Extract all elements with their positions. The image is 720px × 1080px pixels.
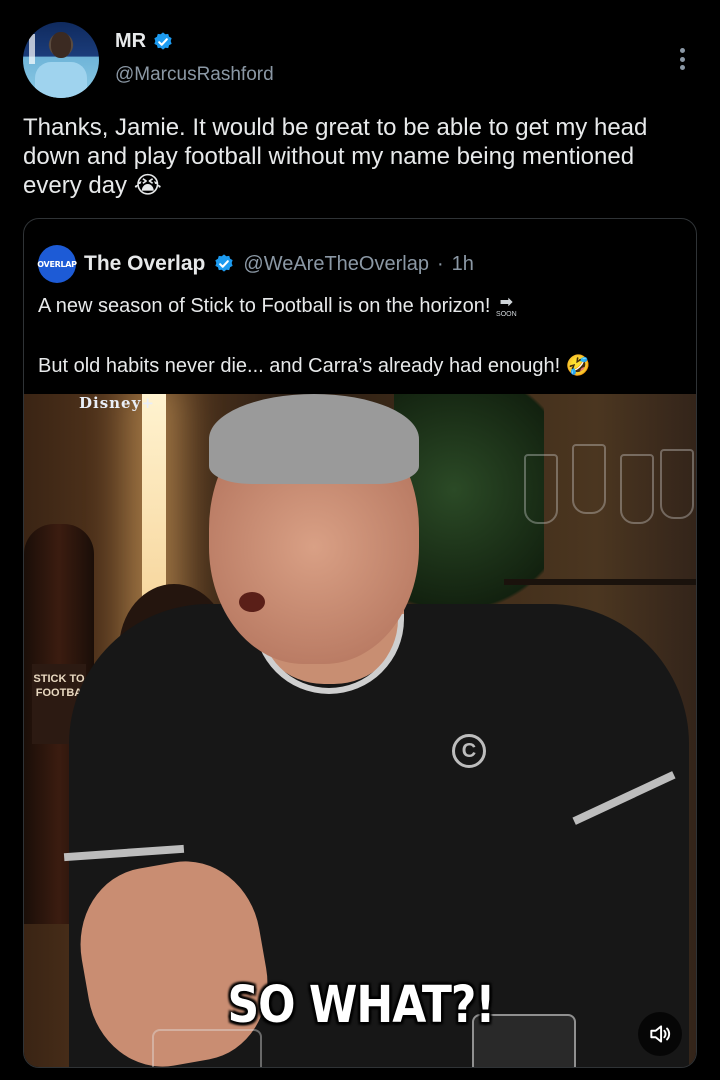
quoted-timestamp[interactable]: 1h <box>452 253 474 276</box>
glass-cup <box>152 1029 262 1067</box>
quoted-display-name[interactable]: The Overlap <box>84 252 205 276</box>
author-avatar[interactable] <box>23 22 99 98</box>
more-options-icon[interactable] <box>672 44 692 74</box>
laughing-emoji-icon: 🤣 <box>565 355 591 377</box>
quoted-line-2-text: But old habits never die... and Carra’s … <box>38 355 561 377</box>
wine-glass <box>660 449 694 519</box>
crying-emoji-icon: 😭 <box>133 172 162 199</box>
tweet-text: Thanks, Jamie. It would be great to be a… <box>23 113 693 200</box>
avatar-face <box>51 32 71 58</box>
quoted-tweet-header: OVERLAP The Overlap @WeAreTheOverlap · 1… <box>37 245 474 283</box>
wine-glass <box>524 454 558 524</box>
tweet[interactable]: MR @MarcusRashford Thanks, Jamie. It wou… <box>0 0 720 1080</box>
quoted-avatar-text: OVERLAP <box>37 259 77 269</box>
quoted-text-line-1: A new season of Stick to Football is on … <box>38 293 688 319</box>
quoted-verified-badge-icon <box>215 254 234 272</box>
glass-shelf <box>504 579 696 585</box>
quoted-author-avatar[interactable]: OVERLAP <box>37 245 77 283</box>
presenter-mouth <box>239 592 265 612</box>
quoted-text-line-2: But old habits never die... and Carra’s … <box>38 353 688 379</box>
speaker-icon[interactable] <box>638 1012 682 1056</box>
author-handle[interactable]: @MarcusRashford <box>115 64 274 86</box>
soon-emoji-icon: ➡ SOON <box>496 294 517 319</box>
avatar-shirt <box>35 62 87 98</box>
quoted-tweet[interactable]: OVERLAP The Overlap @WeAreTheOverlap · 1… <box>23 218 697 1068</box>
author-display-name[interactable]: MR <box>115 30 146 53</box>
soon-label: SOON <box>496 311 517 318</box>
video-caption: SO WHAT?! <box>227 976 495 1035</box>
quoted-handle[interactable]: @WeAreTheOverlap <box>243 253 429 276</box>
presenter-hair <box>209 394 419 484</box>
video-player[interactable]: STICK TO FOOTBA C Disney+ SO WHAT?! <box>24 394 696 1067</box>
tweet-body: Thanks, Jamie. It would be great to be a… <box>23 114 648 199</box>
soon-arrow: ➡ <box>499 294 514 311</box>
avatar-background-stripe <box>29 34 35 64</box>
wine-glass <box>572 444 606 514</box>
verified-badge-icon <box>154 31 172 50</box>
speaker-glyph <box>650 1025 671 1043</box>
disney-plus-watermark: Disney+ <box>79 394 155 412</box>
shirt-logo: C <box>452 734 486 768</box>
quoted-line-1-text: A new season of Stick to Football is on … <box>38 295 491 317</box>
wine-glass <box>620 454 654 524</box>
author-name-row[interactable]: MR <box>115 30 174 53</box>
quoted-separator: · <box>436 252 444 275</box>
